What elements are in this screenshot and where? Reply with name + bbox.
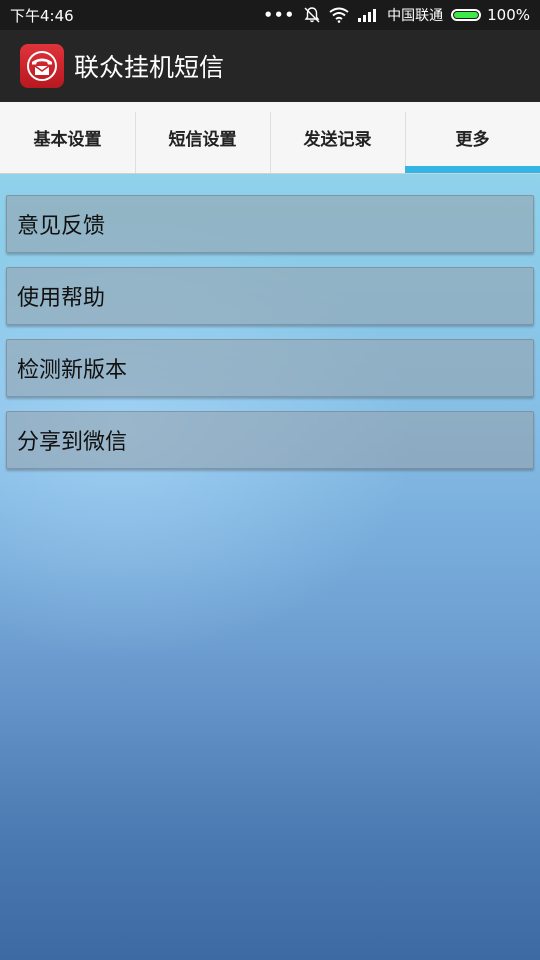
more-menu-panel: 意见反馈 使用帮助 检测新版本 分享到微信 — [0, 174, 540, 960]
action-bar: 联众挂机短信 — [0, 30, 540, 102]
signal-icon — [357, 8, 377, 22]
app-title: 联众挂机短信 — [74, 53, 225, 82]
menu-item-share-wechat[interactable]: 分享到微信 — [6, 411, 534, 469]
tab-send-records[interactable]: 发送记录 — [270, 102, 405, 173]
battery-icon — [451, 9, 482, 21]
tab-sms-settings[interactable]: 短信设置 — [135, 102, 270, 173]
tab-basic-settings[interactable]: 基本设置 — [0, 102, 135, 173]
menu-item-check-update[interactable]: 检测新版本 — [6, 339, 534, 397]
more-dots-icon: ••• — [263, 6, 296, 24]
menu-item-help[interactable]: 使用帮助 — [6, 267, 534, 325]
battery-fill — [454, 12, 479, 18]
status-bar: 下午4:46 ••• 中国联通 100% — [0, 0, 540, 30]
status-icons: ••• 中国联通 100% — [255, 5, 530, 25]
battery-percent: 100% — [487, 6, 530, 24]
bell-muted-icon — [303, 6, 321, 24]
phone-envelope-icon[interactable] — [20, 44, 64, 88]
tab-bar: 基本设置 短信设置 发送记录 更多 — [0, 102, 540, 174]
status-time: 下午4:46 — [10, 6, 74, 25]
tab-more[interactable]: 更多 — [405, 102, 540, 173]
menu-item-feedback[interactable]: 意见反馈 — [6, 195, 534, 253]
screen: 下午4:46 ••• 中国联通 100% 联众挂机短信 基本设置 短信设置 发送… — [0, 0, 540, 960]
carrier-name: 中国联通 — [387, 8, 444, 24]
wifi-icon — [329, 7, 349, 23]
